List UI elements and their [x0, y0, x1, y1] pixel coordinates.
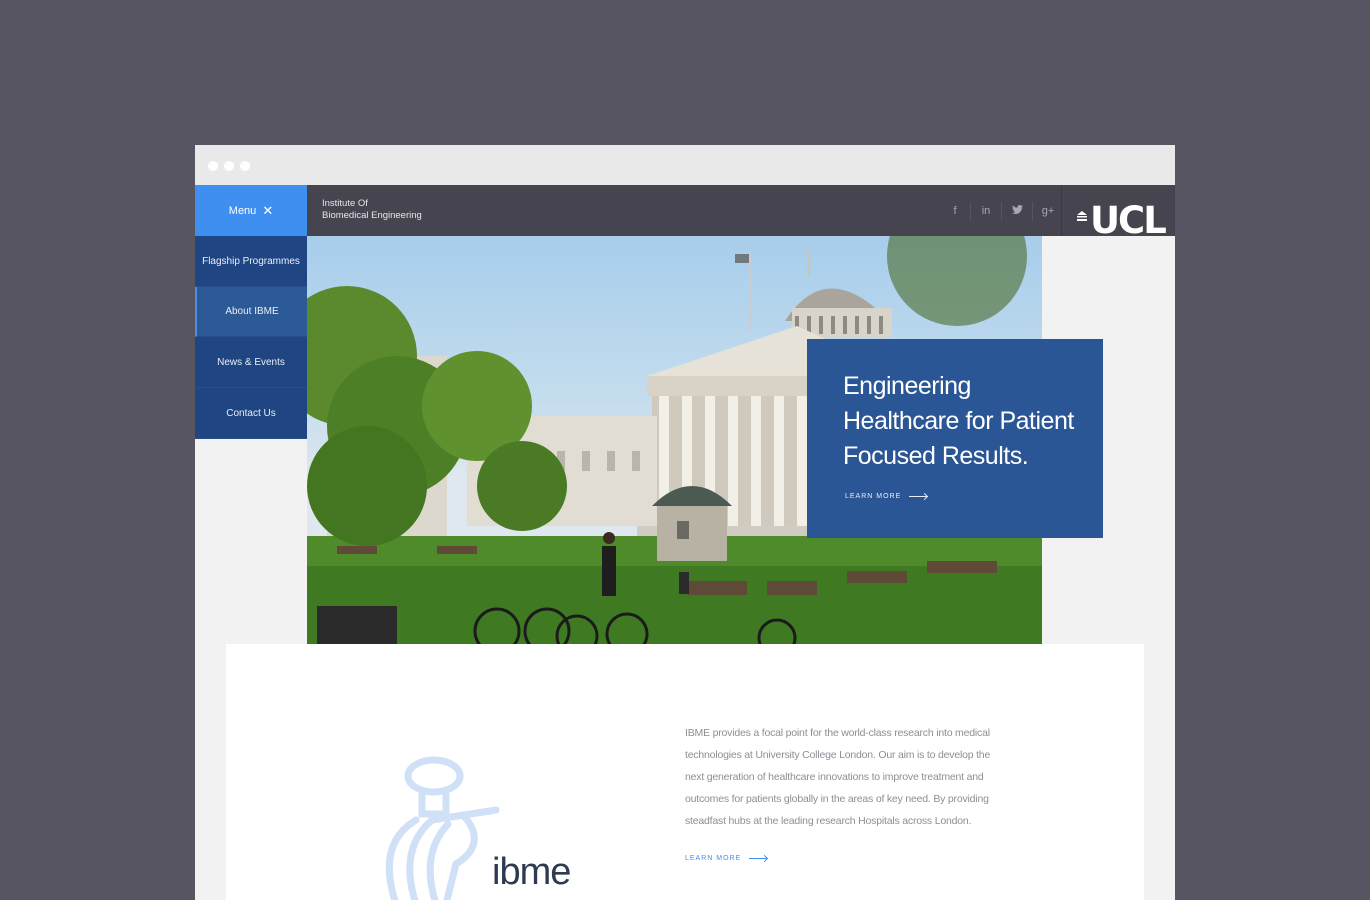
site-title[interactable]: Institute Of Biomedical Engineering [322, 198, 422, 222]
hero-headline: Engineering Healthcare for Patient Focus… [843, 372, 1074, 470]
about-learn-more-link[interactable]: LEARN MORE [685, 855, 768, 862]
about-learn-more-label: LEARN MORE [685, 855, 742, 862]
window-maximize-dot[interactable] [240, 161, 250, 171]
site-title-line1: Institute Of [322, 198, 368, 209]
twitter-icon[interactable] [1001, 201, 1032, 220]
nav-item-about-ibme[interactable]: About IBME [195, 287, 307, 337]
ucl-logo[interactable]: UCL [1061, 185, 1175, 242]
nav-item-contact-us[interactable]: Contact Us [195, 388, 307, 439]
window-close-dot[interactable] [208, 161, 218, 171]
arrow-right-icon [749, 858, 768, 859]
linkedin-icon[interactable]: in [970, 201, 1001, 220]
close-icon: ✕ [262, 203, 274, 218]
facebook-icon[interactable]: f [940, 202, 970, 220]
google-plus-icon[interactable]: g+ [1032, 201, 1063, 220]
window-minimize-dot[interactable] [224, 161, 234, 171]
site-title-line2: Biomedical Engineering [322, 210, 422, 221]
ibme-logo-mark [385, 756, 500, 900]
menu-label: Menu [228, 204, 257, 217]
hero-learn-more-label: LEARN MORE [845, 493, 902, 500]
browser-chrome [195, 145, 1175, 185]
browser-window: Menu ✕ Institute Of Biomedical Engineeri… [195, 145, 1175, 900]
ucl-portico-icon [1077, 211, 1087, 221]
side-navigation: Flagship Programmes About IBME News & Ev… [195, 236, 307, 439]
hero-callout: Engineering Healthcare for Patient Focus… [807, 339, 1103, 538]
site-header: Menu ✕ Institute Of Biomedical Engineeri… [195, 185, 1175, 242]
ibme-logo-word: ibme [492, 851, 571, 893]
menu-button[interactable]: Menu ✕ [195, 185, 307, 236]
ucl-logo-text: UCL [1090, 199, 1167, 242]
nav-item-news-events[interactable]: News & Events [195, 337, 307, 388]
nav-item-flagship-programmes[interactable]: Flagship Programmes [195, 236, 307, 287]
social-links: f in g+ [940, 185, 1063, 236]
about-description: IBME provides a focal point for the worl… [685, 727, 991, 827]
arrow-right-icon [909, 496, 928, 497]
about-section: ibme IBME provides a focal point for the… [226, 644, 1144, 900]
hero-learn-more-link[interactable]: LEARN MORE [845, 493, 928, 500]
